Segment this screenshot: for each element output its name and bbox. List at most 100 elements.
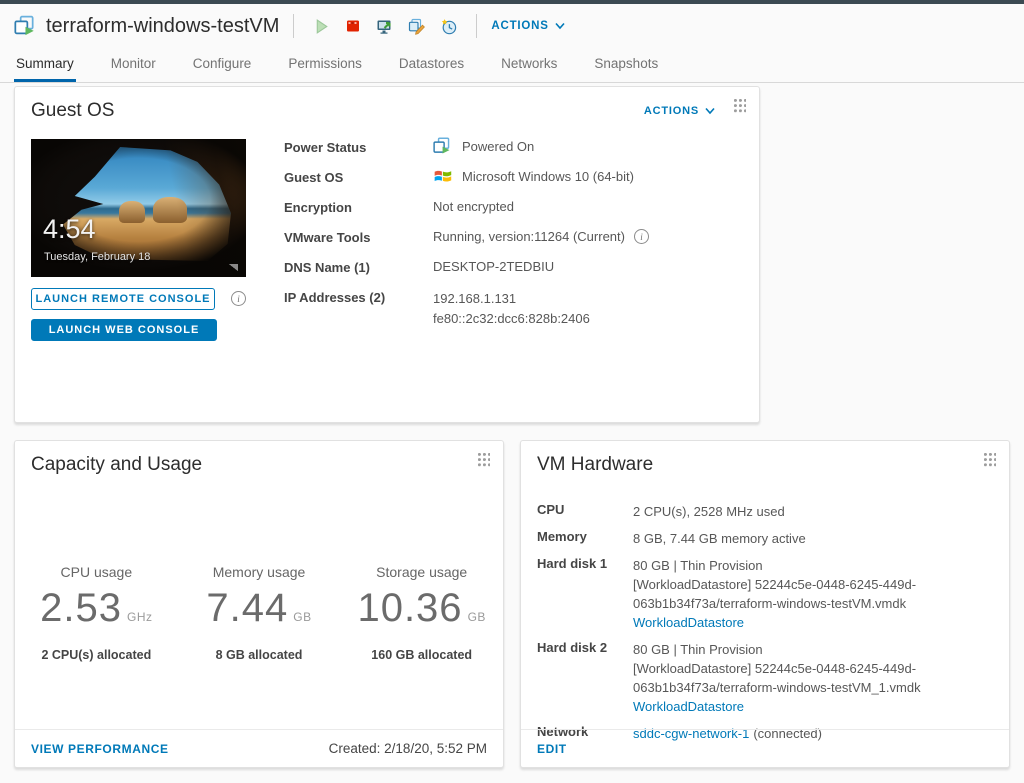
tab-bar: Summary Monitor Configure Permissions Da… — [0, 48, 1024, 83]
row-label: Encryption — [284, 200, 352, 215]
memory-usage-value: 7.44 GB — [206, 586, 312, 630]
storage-usage-value: 10.36 GB — [357, 586, 486, 630]
guest-os-row: Guest OS Microsoft Windows 10 (64-bit) — [284, 169, 743, 199]
row-label: VMware Tools — [284, 230, 371, 245]
tab-networks[interactable]: Networks — [499, 48, 559, 82]
row-label: DNS Name (1) — [284, 260, 370, 275]
windows-logo-icon — [434, 170, 452, 182]
edit-settings-icon — [409, 18, 426, 35]
page-title: terraform-windows-testVM — [46, 14, 280, 37]
card-drag-handle[interactable] — [478, 453, 490, 467]
vm-powered-on-icon — [433, 137, 450, 154]
power-status-row: Power Status Powered On — [284, 137, 743, 169]
object-header: terraform-windows-testVM ACTIONS — [0, 4, 1024, 48]
divider — [476, 14, 478, 38]
stat-label: CPU usage — [60, 564, 133, 580]
vm-powered-on-icon — [14, 15, 38, 37]
vm-console-thumbnail[interactable]: 4:54 Tuesday, February 18 — [31, 139, 246, 277]
stat-unit: GHz — [127, 610, 153, 624]
dns-name-value: DESKTOP-2TEDBIU — [433, 259, 555, 274]
power-off-icon — [347, 20, 360, 32]
row-label: IP Addresses (2) — [284, 290, 386, 305]
hardware-card-title: VM Hardware — [537, 454, 654, 475]
vm-actions-menu[interactable]: ACTIONS — [491, 20, 565, 32]
guest-os-value: Microsoft Windows 10 (64-bit) — [462, 169, 634, 184]
cpu-row: CPU 2 CPU(s), 2528 MHz used — [537, 502, 993, 521]
usage-stats: CPU usage 2.53 GHz 2 CPU(s) allocated Mem… — [15, 564, 503, 662]
tab-snapshots[interactable]: Snapshots — [592, 48, 660, 82]
capacity-card-footer: VIEW PERFORMANCE Created: 2/18/20, 5:52 … — [15, 729, 503, 767]
edit-hardware-link[interactable]: EDIT — [537, 742, 567, 756]
stat-allocated: 8 GB allocated — [215, 648, 303, 662]
hardware-details: CPU 2 CPU(s), 2528 MHz used Memory 8 GB,… — [537, 502, 993, 751]
info-icon[interactable]: i — [633, 229, 649, 244]
lockscreen-time: 4:54 — [43, 214, 96, 244]
memory-value: 8 GB, 7.44 GB memory active — [633, 531, 806, 546]
vmware-tools-value: Running, version:11264 (Current) — [433, 229, 625, 244]
capacity-usage-card: Capacity and Usage CPU usage 2.53 GHz 2 C… — [14, 440, 504, 768]
launch-web-console-button[interactable]: LAUNCH WEB CONSOLE — [31, 319, 217, 341]
vmware-tools-row: VMware Tools Running, version:11264 (Cur… — [284, 229, 743, 259]
stat-allocated: 2 CPU(s) allocated — [41, 648, 152, 662]
memory-usage-stat: Memory usage 7.44 GB 8 GB allocated — [178, 564, 341, 662]
row-label: Hard disk 2 — [537, 640, 608, 655]
encryption-row: Encryption Not encrypted — [284, 199, 743, 229]
datastore-link[interactable]: WorkloadDatastore — [633, 615, 744, 630]
actions-label: ACTIONS — [491, 20, 549, 32]
stat-unit: GB — [293, 610, 312, 624]
row-label: Power Status — [284, 140, 367, 155]
tab-summary[interactable]: Summary — [14, 48, 76, 82]
tab-configure[interactable]: Configure — [191, 48, 254, 82]
memory-row: Memory 8 GB, 7.44 GB memory active — [537, 529, 993, 548]
cpu-value: 2 CPU(s), 2528 MHz used — [633, 504, 785, 519]
stat-label: Storage usage — [376, 564, 468, 580]
cpu-usage-stat: CPU usage 2.53 GHz 2 CPU(s) allocated — [15, 564, 178, 662]
power-on-icon — [316, 18, 328, 34]
hard-disk-1-row: Hard disk 1 80 GB | Thin Provision [Work… — [537, 556, 993, 632]
tab-datastores[interactable]: Datastores — [397, 48, 466, 82]
hardware-card-footer: EDIT — [521, 729, 1009, 767]
lockscreen-network-icon — [229, 264, 238, 271]
tab-monitor[interactable]: Monitor — [109, 48, 158, 82]
row-label: CPU — [537, 502, 565, 517]
hard-disk-1-value: 80 GB | Thin Provision [WorkloadDatastor… — [633, 558, 917, 630]
launch-remote-console-button[interactable] — [372, 14, 398, 38]
cpu-usage-value: 2.53 GHz — [40, 586, 153, 630]
power-on-button[interactable] — [308, 14, 334, 38]
ip-address-1: 192.168.1.131 — [433, 291, 517, 306]
stat-label: Memory usage — [212, 564, 306, 580]
guest-os-details: Power Status Powered On Guest OS Microso… — [284, 137, 743, 329]
vm-hardware-card: VM Hardware CPU 2 CPU(s), 2528 MHz used … — [520, 440, 1010, 768]
guest-os-actions-menu[interactable]: ACTIONS — [644, 105, 715, 117]
edit-settings-button[interactable] — [404, 14, 430, 38]
chevron-down-icon — [705, 107, 715, 115]
row-label: Memory — [537, 529, 587, 544]
vm-toolbar — [308, 14, 462, 38]
datastore-link[interactable]: WorkloadDatastore — [633, 699, 744, 714]
power-status-value: Powered On — [462, 139, 535, 154]
guest-os-card-title: Guest OS — [31, 100, 115, 121]
capacity-card-title: Capacity and Usage — [31, 454, 203, 475]
created-timestamp: Created: 2/18/20, 5:52 PM — [328, 741, 487, 756]
tab-permissions[interactable]: Permissions — [286, 48, 364, 82]
stat-unit: GB — [467, 610, 486, 624]
ip-addresses-row: IP Addresses (2) 192.168.1.131 fe80::2c3… — [284, 289, 743, 329]
row-label: Hard disk 1 — [537, 556, 608, 571]
manage-snapshots-button[interactable] — [436, 14, 462, 38]
snapshot-icon — [442, 18, 457, 34]
storage-usage-stat: Storage usage 10.36 GB 160 GB allocated — [340, 564, 503, 662]
info-icon[interactable]: i — [231, 291, 246, 306]
actions-label: ACTIONS — [643, 105, 699, 117]
card-drag-handle[interactable] — [984, 453, 996, 467]
card-drag-handle[interactable] — [734, 99, 746, 113]
launch-console-icon — [377, 20, 391, 34]
dns-name-row: DNS Name (1) DESKTOP-2TEDBIU — [284, 259, 743, 289]
view-performance-link[interactable]: VIEW PERFORMANCE — [31, 742, 169, 756]
power-off-button[interactable] — [340, 14, 366, 38]
row-label: Guest OS — [284, 170, 344, 185]
stat-allocated: 160 GB allocated — [371, 648, 473, 662]
launch-remote-console-button[interactable]: LAUNCH REMOTE CONSOLE — [31, 288, 215, 310]
divider — [293, 14, 295, 38]
lockscreen-date: Tuesday, February 18 — [44, 251, 151, 263]
hard-disk-2-value: 80 GB | Thin Provision [WorkloadDatastor… — [633, 642, 921, 714]
